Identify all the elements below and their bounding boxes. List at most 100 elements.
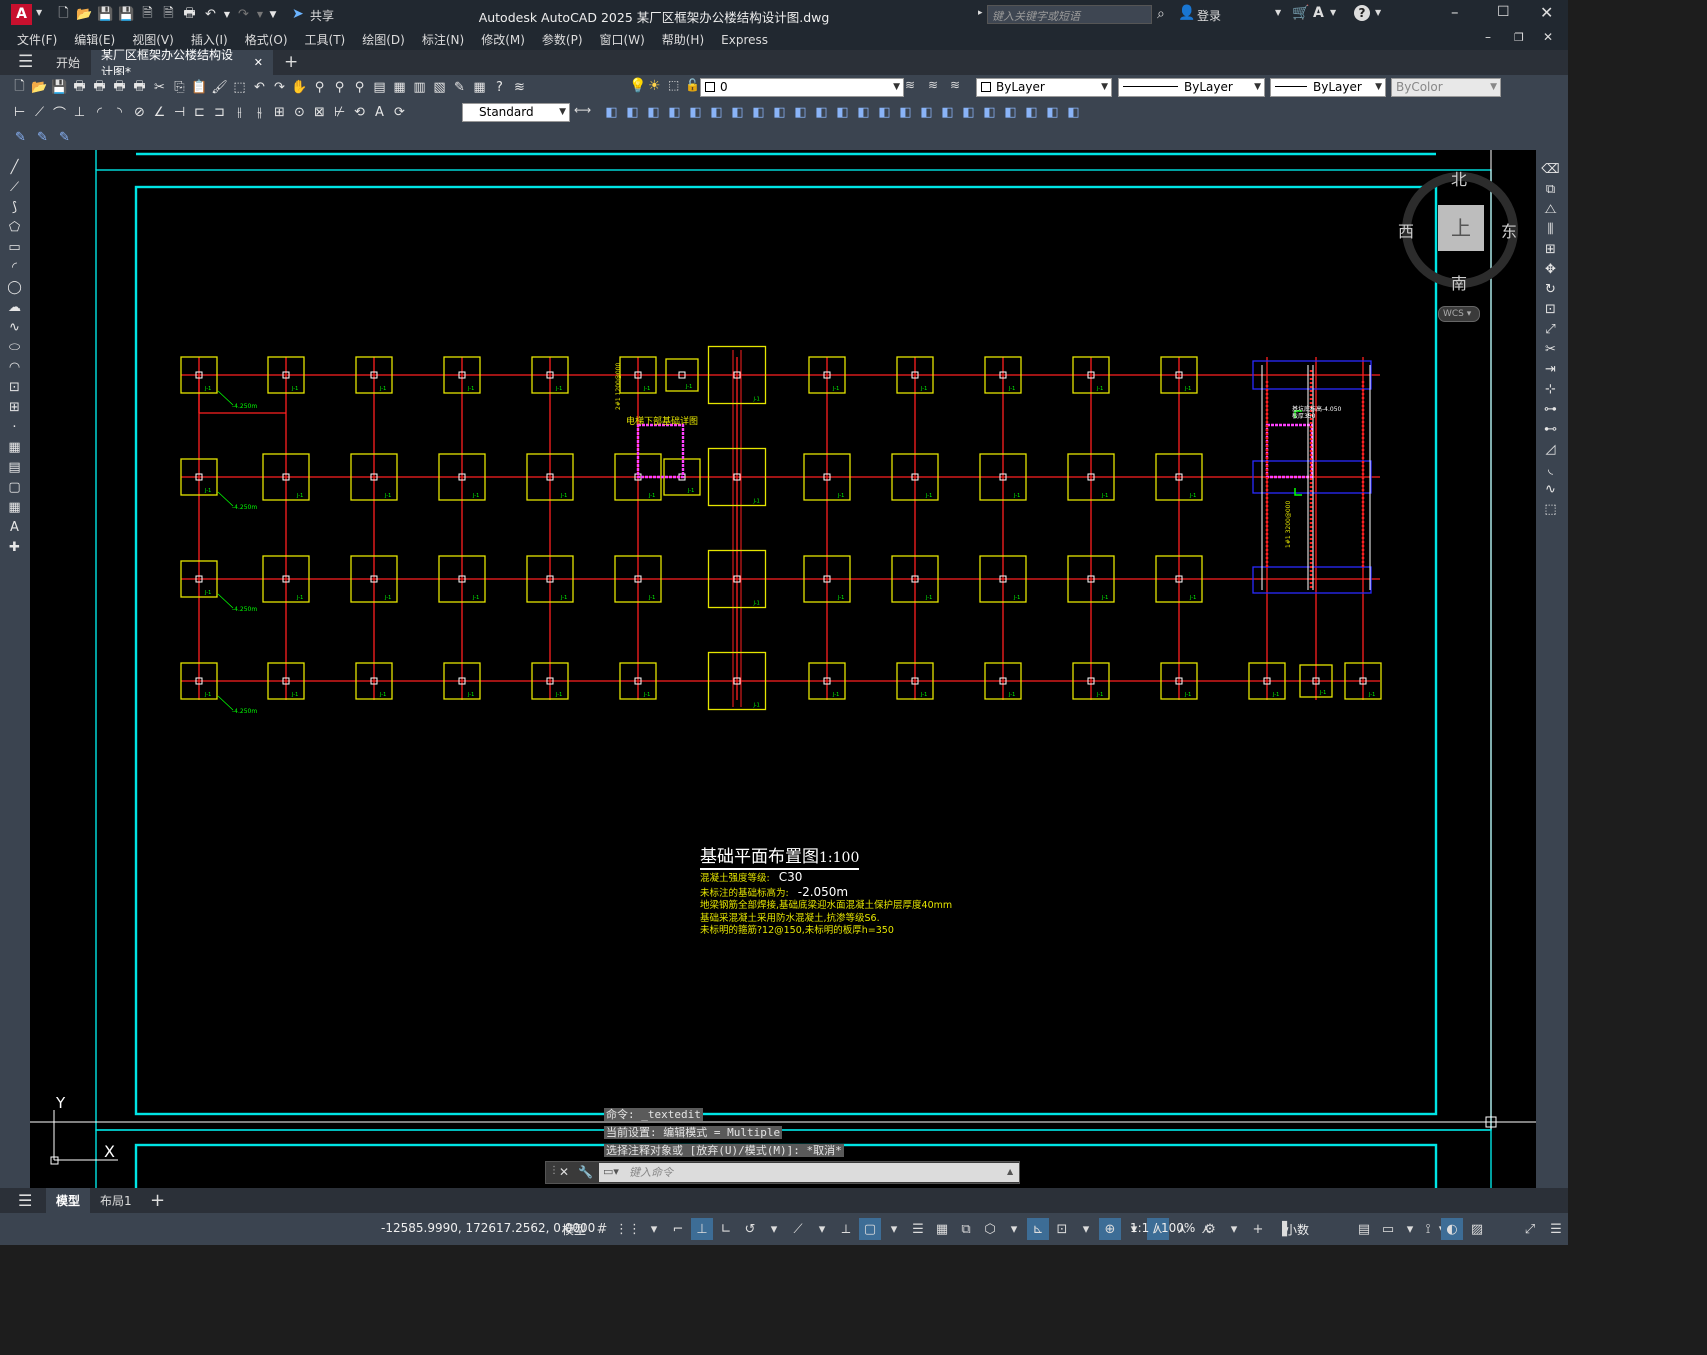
join-icon[interactable]: ⊷ xyxy=(1541,420,1560,439)
publish-icon[interactable]: ✎ xyxy=(11,128,30,147)
cart-icon[interactable]: 🛒 xyxy=(1292,5,1309,21)
user-icon[interactable]: 👤 xyxy=(1178,5,1195,21)
named-ucs-icon[interactable]: ◧ xyxy=(875,103,894,122)
dynamic-ucs-icon[interactable]: ⊾ xyxy=(1027,1218,1049,1240)
baseline-dim-icon[interactable]: ⊏ xyxy=(190,103,209,122)
footing-label[interactable]: J-1 xyxy=(1008,692,1015,698)
polyline-icon[interactable]: ⟆ xyxy=(5,198,24,217)
footing-label[interactable]: J-1 xyxy=(472,493,479,499)
tab-layout1[interactable]: 布局1 xyxy=(90,1188,142,1213)
help-dropdown-icon[interactable]: ▼ xyxy=(1375,8,1381,17)
linetype-dropdown[interactable]: ByLayer ▼ xyxy=(1118,78,1265,97)
footing-label[interactable]: J-1 xyxy=(1272,692,1279,698)
polar-tracking-icon[interactable]: ↺ xyxy=(739,1218,761,1240)
layer-lock-icon[interactable]: 🔓 xyxy=(685,78,700,92)
menu-file[interactable]: 文件(F) xyxy=(17,31,57,48)
elevation-tag[interactable]: -4.250m xyxy=(232,606,257,613)
filter-dropdown-icon[interactable]: ▾ xyxy=(1075,1218,1097,1240)
paste-icon[interactable]: 📋 xyxy=(190,78,209,97)
footing-label[interactable]: J-1 xyxy=(837,493,844,499)
right-detail-note[interactable]: 基坑底标高-4.050 板厚350 xyxy=(1292,406,1341,420)
customize-qat-icon[interactable]: ▼ xyxy=(267,5,279,24)
isodraft-dropdown-icon[interactable]: ▾ xyxy=(811,1218,833,1240)
object-snap-tracking-icon[interactable]: ⟂ xyxy=(835,1218,857,1240)
footing-label[interactable]: J-1 xyxy=(1189,595,1196,601)
ucs-y-icon[interactable]: ◧ xyxy=(812,103,831,122)
save-icon[interactable]: 💾 xyxy=(96,5,115,24)
help-icon[interactable]: ? xyxy=(1354,5,1370,21)
circle-icon[interactable]: ◯ xyxy=(5,278,24,297)
elevator-callout[interactable]: 电梯下部基础详图 xyxy=(626,414,698,427)
viewcube-west[interactable]: 西 xyxy=(1398,218,1414,242)
jogged-linear-icon[interactable]: ⊬ xyxy=(330,103,349,122)
tab-model[interactable]: 模型 xyxy=(46,1188,91,1213)
qnew-icon[interactable]: 🗋 xyxy=(10,78,29,97)
undo-icon[interactable]: ↶ xyxy=(201,5,220,24)
ellipse-arc-icon[interactable]: ◠ xyxy=(5,358,24,377)
dimension-style-icon[interactable]: ⟷ xyxy=(574,103,591,117)
drawing-notes[interactable]: 混凝土强度等级: C30 未标注的基础标高为: -2.050m 地梁钢筋全部焊接… xyxy=(700,871,952,938)
plotstyle-dropdown[interactable]: ByColor ▼ xyxy=(1391,78,1501,97)
dim-text-edit-icon[interactable]: A xyxy=(370,103,389,122)
annotation-scale-button[interactable]: 1:1 / 100% xyxy=(1130,1221,1195,1235)
footing-label[interactable]: J-1 xyxy=(384,493,391,499)
undo-icon[interactable]: ↶ xyxy=(250,78,269,97)
graphics-performance-icon[interactable]: ◐ xyxy=(1441,1218,1463,1240)
open-web-icon[interactable]: 🗎 xyxy=(138,5,157,24)
view-right-icon[interactable]: ◧ xyxy=(1043,103,1062,122)
undo-dropdown-icon[interactable]: ▼ xyxy=(222,5,232,24)
redo-icon[interactable]: ↷ xyxy=(234,5,253,24)
zoom-previous-icon[interactable]: ⚲ xyxy=(350,78,369,97)
login-button[interactable]: 登录 xyxy=(1197,7,1221,24)
footing-label[interactable]: J-1 xyxy=(1319,690,1326,696)
insert-block-icon[interactable]: ⊡ xyxy=(5,378,24,397)
footing-label[interactable]: J-1 xyxy=(685,384,692,390)
osnap-dropdown-icon[interactable]: ▾ xyxy=(883,1218,905,1240)
new-layout-plus-icon[interactable]: + xyxy=(150,1190,165,1211)
footing-label[interactable]: J-1 xyxy=(1096,692,1103,698)
construction-line-icon[interactable]: ⟋ xyxy=(5,178,24,197)
match-properties-icon[interactable]: 🖌 xyxy=(210,78,229,97)
menu-help[interactable]: 帮助(H) xyxy=(662,31,704,48)
transparency-icon[interactable]: ▦ xyxy=(931,1218,953,1240)
revision-cloud-icon[interactable]: ☁ xyxy=(5,298,24,317)
search-icon[interactable]: ⌕ xyxy=(1157,6,1165,22)
footing-label[interactable]: J-1 xyxy=(753,499,760,505)
footing-label[interactable]: J-1 xyxy=(643,386,650,392)
rectangle-icon[interactable]: ▭ xyxy=(5,238,24,257)
copy-object-icon[interactable]: ⧉ xyxy=(1541,180,1560,199)
blend-curves-icon[interactable]: ∿ xyxy=(1541,480,1560,499)
ucs-z-icon[interactable]: ◧ xyxy=(833,103,852,122)
text-style-dropdown[interactable]: Standard ▼ xyxy=(462,103,570,122)
break-icon[interactable]: ⊶ xyxy=(1541,400,1560,419)
fullscreen-icon[interactable]: ⤢ xyxy=(1519,1218,1541,1240)
tool-palettes-icon[interactable]: ▥ xyxy=(410,78,429,97)
design-center-icon[interactable]: ▦ xyxy=(390,78,409,97)
dimension-tag[interactable]: 2#1 1200@000 xyxy=(615,363,622,410)
footing-label[interactable]: J-1 xyxy=(1013,595,1020,601)
layout-list-icon[interactable]: ☰ xyxy=(18,1191,32,1210)
region-icon[interactable]: ▢ xyxy=(5,478,24,497)
footing-label[interactable]: J-1 xyxy=(832,386,839,392)
selection-filter-icon[interactable]: ⊡ xyxy=(1051,1218,1073,1240)
lock-ui-icon[interactable]: ▭ xyxy=(1377,1218,1399,1240)
layer-viewport-icon[interactable]: ⬚ xyxy=(668,78,679,92)
command-input[interactable]: 键入命令 xyxy=(599,1163,1019,1182)
publish-icon[interactable]: 🖶 xyxy=(110,78,129,97)
viewcube-south[interactable]: 南 xyxy=(1451,270,1467,294)
footing-label[interactable]: J-1 xyxy=(753,397,760,403)
arc-icon[interactable]: ◜ xyxy=(5,258,24,277)
command-history-toggle-icon[interactable]: ▲ xyxy=(1007,1167,1013,1176)
lineweight-icon[interactable]: ☰ xyxy=(907,1218,929,1240)
color-dropdown[interactable]: ByLayer ▼ xyxy=(976,78,1112,97)
command-customize-wrench-icon[interactable]: 🔧 xyxy=(578,1165,593,1179)
plot-preview-icon[interactable]: 🖶 xyxy=(90,78,109,97)
sheet-icon[interactable]: ✎ xyxy=(33,128,52,147)
table-icon[interactable]: ▦ xyxy=(5,498,24,517)
footing-label[interactable]: J-1 xyxy=(753,601,760,607)
footing-label[interactable]: J-1 xyxy=(560,493,567,499)
command-grip-icon[interactable]: ⋮ xyxy=(549,1165,559,1176)
elevation-leader[interactable] xyxy=(217,593,234,609)
fillet-icon[interactable]: ◟ xyxy=(1541,460,1560,479)
share-icon[interactable]: ➤ xyxy=(292,6,304,22)
